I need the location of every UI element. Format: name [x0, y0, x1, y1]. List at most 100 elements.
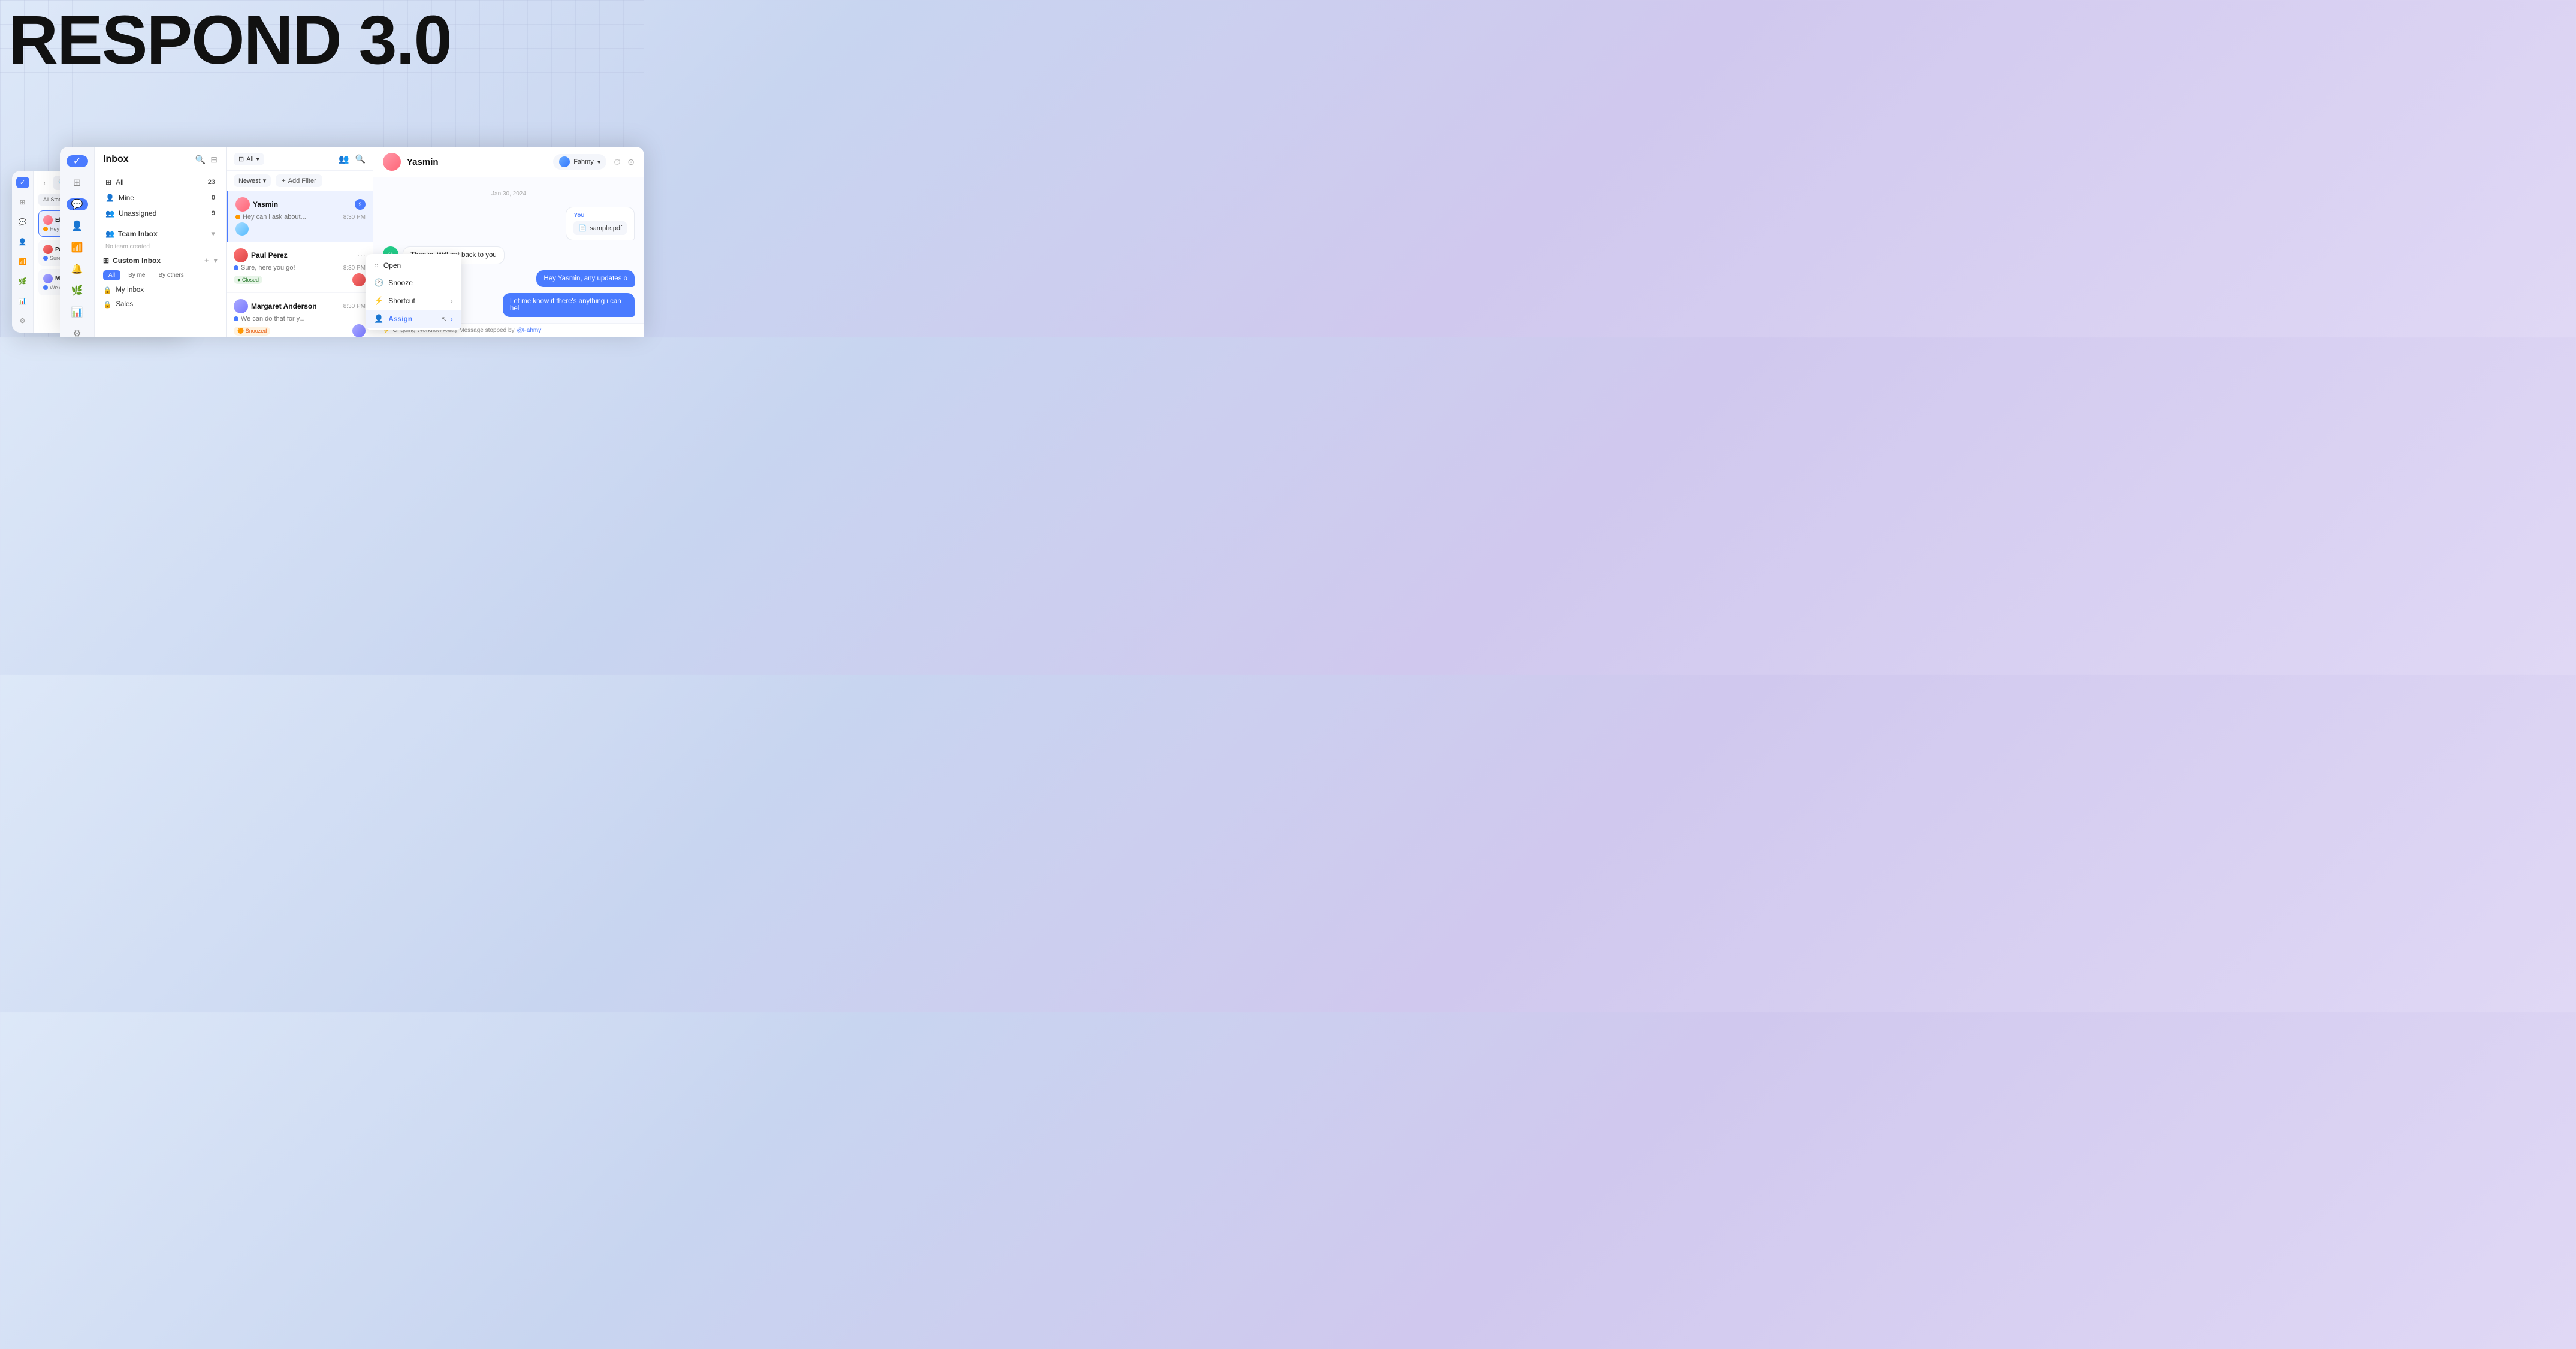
inbox-nav: ⊞ All 23 👤 Mine 0 👥 Unassigned 9: [95, 170, 226, 225]
chat-more-icon[interactable]: ⊙: [627, 157, 635, 167]
conv-more-paul[interactable]: ···: [357, 251, 366, 260]
conv-list-header: ⊞ All ▾ 👥 🔍: [227, 147, 373, 171]
ctx-shortcut[interactable]: ⚡ Shortcut ›: [366, 292, 461, 310]
conv-filter-row: Newest ▾ + Add Filter: [227, 171, 373, 191]
small-nav-gear[interactable]: ⚙: [16, 315, 29, 327]
chat-user-name: Yasmin: [407, 157, 439, 167]
custom-tab-all[interactable]: All: [103, 270, 120, 280]
nav-signal-icon[interactable]: 📶: [67, 242, 88, 253]
small-nav-grid[interactable]: ⊞: [16, 197, 29, 208]
custom-inbox-icon: ⊞: [103, 256, 109, 265]
conv-item-paul[interactable]: Paul Perez ··· Sure, here you go! 8:30 P…: [227, 242, 373, 293]
conv-status-margaret: 🟠 Snoozed: [234, 327, 270, 336]
small-dot-orange: [43, 227, 48, 231]
inbox-nav-unassigned[interactable]: 👥 Unassigned 9: [101, 206, 220, 221]
inbox-mine-label: Mine: [119, 194, 134, 202]
conv-dot-paul: [234, 265, 238, 270]
conv-status-paul: ● Closed: [234, 276, 262, 284]
custom-tab-byme[interactable]: By me: [123, 270, 150, 280]
custom-inbox-label: Custom Inbox: [113, 256, 161, 265]
nav-grid-icon[interactable]: ⊞: [67, 177, 88, 189]
nav-person-icon[interactable]: 👤: [67, 220, 88, 232]
conv-time-margaret: 8:30 PM: [343, 303, 366, 310]
inbox-layout-icon[interactable]: ⊟: [210, 155, 218, 165]
conv-badge-yasmin: 9: [355, 199, 366, 210]
small-nav-person[interactable]: 👤: [16, 236, 29, 248]
nav-check-icon[interactable]: ✓: [67, 155, 88, 167]
small-avatar-paul: [43, 245, 53, 254]
context-menu: ○ Open 🕐 Snooze ⚡ Shortcut ›: [366, 254, 461, 330]
msg-you: You 📄 sample.pdf: [383, 207, 635, 240]
custom-inbox-add[interactable]: +: [204, 256, 209, 265]
msg-text-1: Hey Yasmin, any updates o: [543, 275, 627, 282]
ctx-shortcut-label: Shortcut: [388, 297, 415, 305]
agent-avatar: [559, 156, 570, 167]
all-filter-select[interactable]: ⊞ All ▾: [234, 153, 264, 165]
chat-timer-icon[interactable]: ⏱: [614, 157, 620, 167]
small-nav-hierarchy[interactable]: 🌿: [16, 276, 29, 287]
headline: RESPOND 3.0: [8, 6, 451, 75]
team-inbox-label: Team Inbox: [118, 230, 158, 238]
nav-inbox-icon[interactable]: 💬: [67, 198, 88, 210]
custom-inbox-myinbox[interactable]: 🔒 My Inbox: [95, 283, 226, 297]
ctx-shortcut-chevron: ›: [451, 297, 453, 305]
inbox-all-count: 23: [208, 179, 215, 186]
ctx-open[interactable]: ○ Open: [366, 256, 461, 274]
lock-icon-2: 🔒: [103, 300, 111, 309]
conv-avatar-margaret: [234, 299, 248, 313]
ctx-shortcut-icon: ⚡: [374, 296, 383, 306]
inbox-unassigned-label: Unassigned: [119, 209, 156, 218]
agent-chevron: ▾: [597, 158, 601, 166]
msg-attachment: 📄 sample.pdf: [573, 221, 627, 235]
custom-inbox-item-label: My Inbox: [116, 286, 144, 294]
nav-hierarchy-icon[interactable]: 🌿: [67, 285, 88, 297]
cursor-indicator: ↖: [442, 315, 447, 323]
inbox-header-icons: 🔍 ⊟: [195, 155, 218, 165]
custom-inbox-chevron[interactable]: ▾: [213, 256, 218, 265]
small-nav-chart[interactable]: 📊: [16, 295, 29, 307]
inbox-unassigned-icon: 👥: [105, 209, 114, 218]
inbox-nav-mine[interactable]: 👤 Mine 0: [101, 191, 220, 205]
workflow-agent[interactable]: @Fahmy: [517, 327, 542, 334]
conv-item-yasmin[interactable]: Yasmin 9 Hey can i ask about... 8:30 PM: [227, 191, 373, 242]
conv-list-search-icon[interactable]: 🔍: [355, 154, 366, 164]
small-back-icon[interactable]: ‹: [38, 177, 50, 189]
team-inbox-icon: 👥: [105, 230, 114, 238]
conv-list: ⊞ All ▾ 👥 🔍 Newest ▾ + Add Filter: [227, 147, 373, 337]
small-nav-chat[interactable]: 💬: [16, 216, 29, 228]
inbox-search-icon[interactable]: 🔍: [195, 155, 206, 165]
newest-filter[interactable]: Newest ▾: [234, 174, 271, 187]
ctx-assign[interactable]: 👤 Assign ↖ ›: [366, 310, 461, 328]
all-filter-icon: ⊞: [238, 155, 244, 163]
small-dot-blue: [43, 285, 48, 290]
custom-tab-byothers[interactable]: By others: [153, 270, 189, 280]
nav-chart-icon[interactable]: 📊: [67, 306, 88, 318]
conv-agent-avatar-paul: [352, 273, 366, 286]
ctx-snooze[interactable]: 🕐 Snooze: [366, 274, 461, 292]
add-filter-icon: +: [282, 177, 285, 185]
ctx-open-icon: ○: [374, 261, 379, 270]
conv-item-margaret[interactable]: Margaret Anderson 8:30 PM We can do that…: [227, 293, 373, 337]
nav-alert-icon[interactable]: 🔔: [67, 263, 88, 275]
conv-list-people-icon[interactable]: 👥: [339, 154, 349, 164]
custom-inbox-sales[interactable]: 🔒 Sales: [95, 297, 226, 312]
custom-tabs: All By me By others: [95, 270, 226, 280]
inbox-nav-all[interactable]: ⊞ All 23: [101, 175, 220, 189]
small-sidebar: ✓ ⊞ 💬 👤 📶 🌿 📊 ⚙: [12, 171, 34, 333]
small-nav-signal[interactable]: 📶: [16, 256, 29, 267]
agent-selector[interactable]: Fahmy ▾: [553, 154, 606, 170]
inbox-mine-count: 0: [212, 194, 215, 201]
team-inbox-chevron[interactable]: ▾: [211, 229, 215, 239]
pdf-icon: 📄: [578, 224, 587, 232]
nav-gear-icon[interactable]: ⚙: [67, 328, 88, 337]
all-filter-label: All: [246, 156, 253, 163]
conv-dot-margaret: [234, 316, 238, 321]
inbox-panel: Inbox 🔍 ⊟ ⊞ All 23 👤 Mine 0: [95, 147, 227, 337]
you-label: You: [573, 212, 627, 219]
add-filter-button[interactable]: + Add Filter: [276, 174, 322, 187]
lock-icon: 🔒: [103, 286, 111, 294]
add-filter-label: Add Filter: [288, 177, 316, 185]
small-nav-inbox[interactable]: ✓: [16, 177, 29, 188]
inbox-unassigned-count: 9: [212, 210, 215, 217]
date-divider: Jan 30, 2024: [383, 191, 635, 197]
